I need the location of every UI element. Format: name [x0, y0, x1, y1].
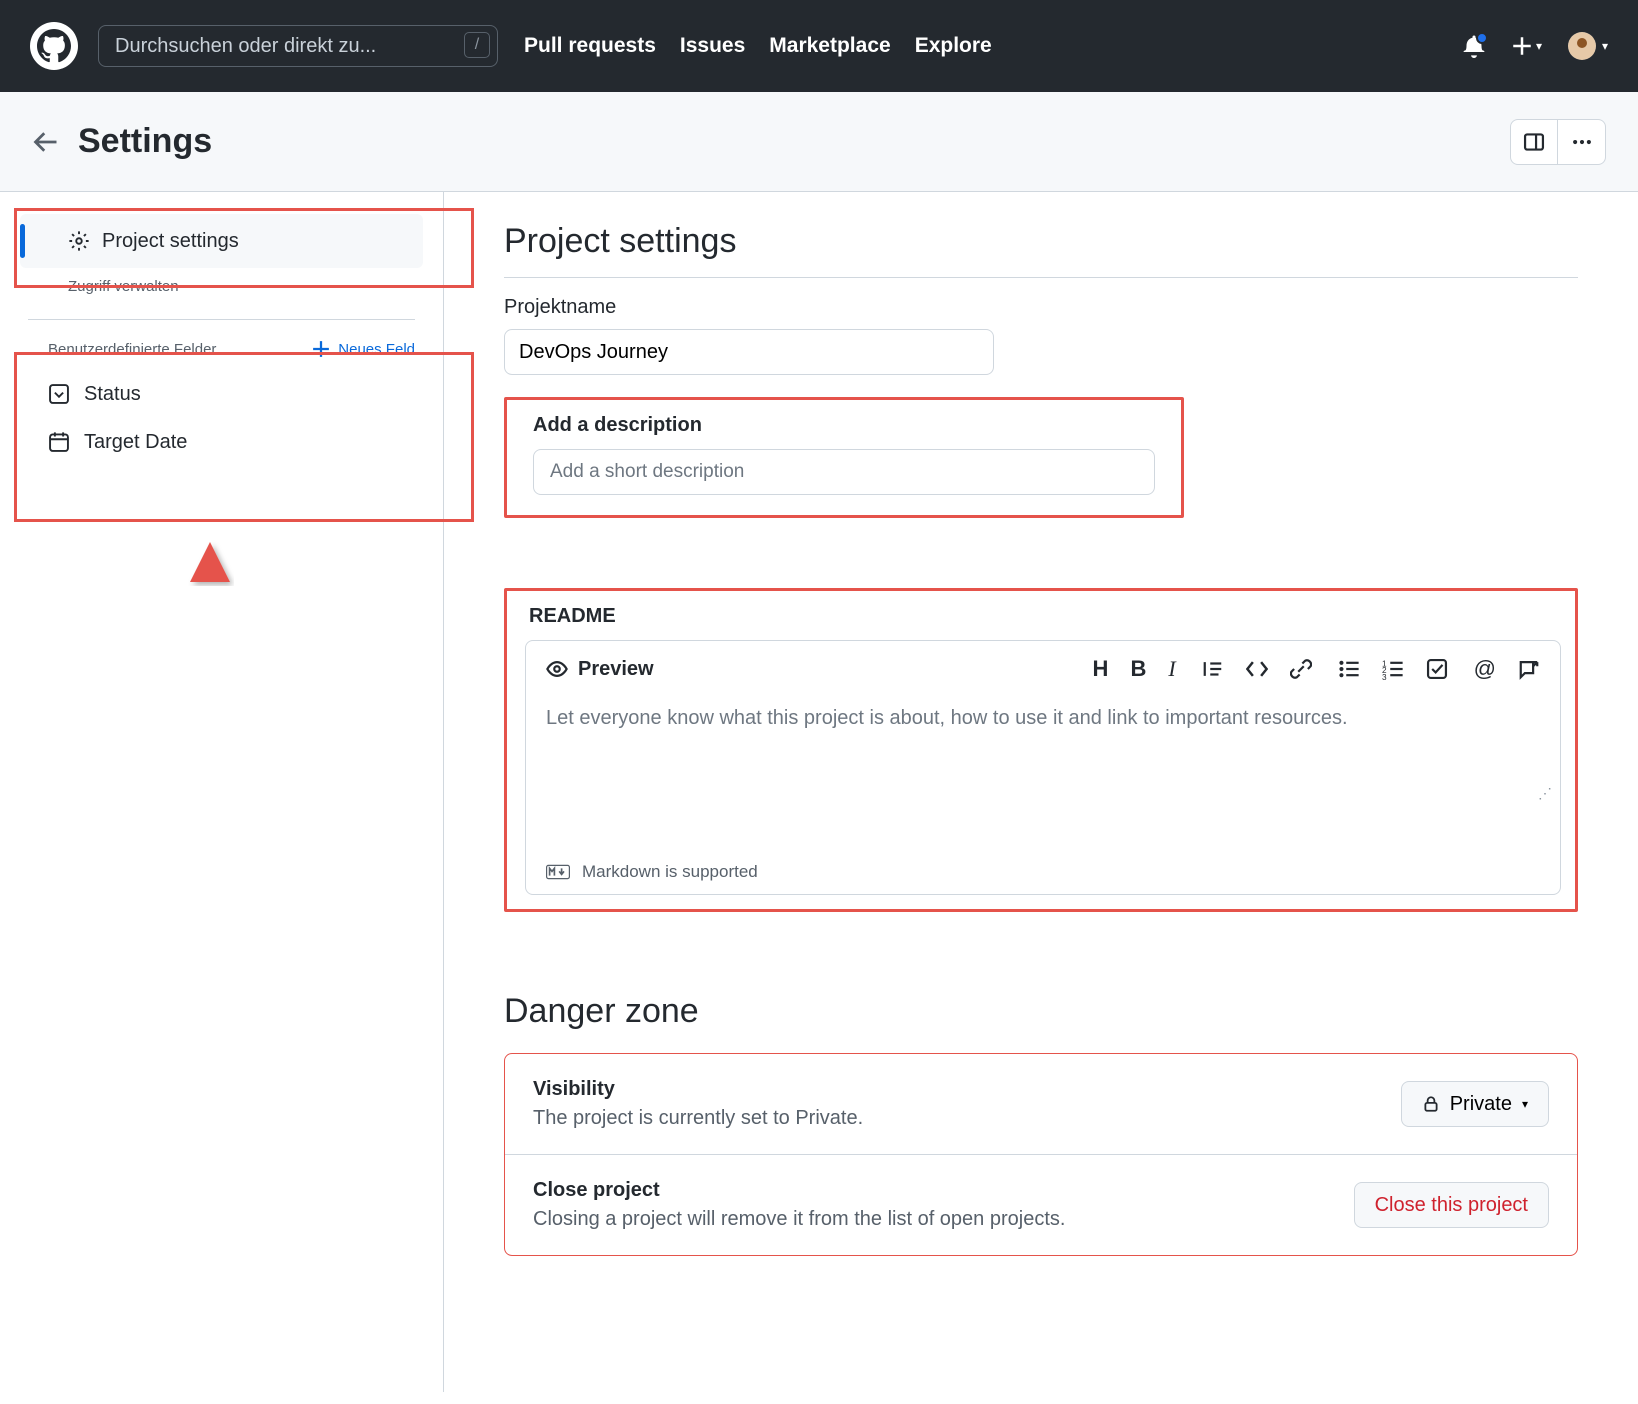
nav-issues[interactable]: Issues — [680, 34, 745, 58]
preview-label: Preview — [578, 658, 654, 681]
close-title: Close project — [533, 1179, 1065, 1202]
caret-down-square-icon — [48, 383, 70, 405]
unordered-list-icon[interactable] — [1338, 658, 1360, 680]
sidebar: Project settings Zugriff verwalten Benut… — [0, 192, 444, 1392]
markdown-supported-label: Markdown is supported — [582, 862, 758, 882]
user-menu[interactable]: ▾ — [1568, 32, 1608, 60]
visibility-desc: The project is currently set to Private. — [533, 1107, 863, 1130]
close-desc: Closing a project will remove it from th… — [533, 1208, 1065, 1231]
description-input[interactable] — [533, 449, 1155, 495]
avatar — [1568, 32, 1596, 60]
readme-editor: Preview H B I — [525, 640, 1561, 895]
custom-fields-label: Benutzerdefinierte Felder — [48, 341, 216, 358]
readme-section: README Preview H B I — [504, 588, 1578, 912]
slash-key-icon: / — [464, 32, 490, 58]
subheader-actions — [1510, 119, 1606, 165]
create-new-dropdown[interactable]: ▾ — [1512, 36, 1542, 56]
annotation-arrow — [160, 532, 250, 792]
field-label: Status — [84, 383, 141, 406]
search-input[interactable] — [98, 25, 498, 67]
global-header: / Pull requests Issues Marketplace Explo… — [0, 0, 1638, 92]
resize-handle-icon[interactable]: ⋰ — [1538, 785, 1552, 802]
bold-icon[interactable]: B — [1130, 656, 1146, 682]
sidebar-label: Project settings — [102, 230, 239, 253]
back-arrow-icon[interactable] — [32, 128, 60, 156]
nav-pull-requests[interactable]: Pull requests — [524, 34, 656, 58]
lock-icon — [1422, 1095, 1440, 1113]
page-title: Settings — [78, 122, 212, 161]
project-name-label: Projektname — [504, 296, 1578, 319]
new-field-button[interactable]: Neues Feld — [312, 340, 415, 358]
danger-zone-box: Visibility The project is currently set … — [504, 1053, 1578, 1256]
readme-textarea[interactable] — [526, 697, 1560, 845]
danger-zone-title: Danger zone — [504, 992, 1578, 1031]
field-status[interactable]: Status — [0, 370, 443, 418]
caret-down-icon: ▾ — [1536, 39, 1542, 53]
notifications-icon[interactable] — [1462, 34, 1486, 58]
eye-icon — [546, 658, 568, 680]
heading-icon[interactable]: H — [1093, 656, 1109, 682]
visibility-title: Visibility — [533, 1078, 863, 1101]
more-actions-button[interactable] — [1558, 119, 1606, 165]
markdown-icon — [546, 864, 570, 880]
code-icon[interactable] — [1246, 658, 1268, 680]
visibility-button[interactable]: Private ▾ — [1401, 1081, 1549, 1127]
gear-icon — [68, 230, 90, 252]
close-project-button[interactable]: Close this project — [1354, 1182, 1549, 1228]
task-list-icon[interactable] — [1426, 658, 1448, 680]
quote-icon[interactable] — [1202, 658, 1224, 680]
field-target-date[interactable]: Target Date — [0, 418, 443, 466]
header-right: ▾ ▾ — [1462, 32, 1608, 60]
nav-explore[interactable]: Explore — [915, 34, 992, 58]
sidebar-item-project-settings[interactable]: Project settings — [20, 214, 423, 268]
nav-marketplace[interactable]: Marketplace — [769, 34, 890, 58]
divider — [504, 277, 1578, 278]
close-project-row: Close project Closing a project will rem… — [505, 1154, 1577, 1255]
project-settings-title: Project settings — [504, 222, 1578, 261]
sidebar-custom-fields-header: Benutzerdefinierte Felder Neues Feld — [0, 328, 443, 370]
top-nav: Pull requests Issues Marketplace Explore — [524, 34, 992, 58]
preview-button[interactable]: Preview — [546, 658, 654, 681]
sidebar-item-manage-access[interactable]: Zugriff verwalten — [20, 272, 423, 311]
github-logo[interactable] — [30, 22, 78, 70]
mention-icon[interactable]: @ — [1474, 656, 1496, 682]
readme-footer: Markdown is supported — [526, 850, 1560, 894]
description-section: Add a description — [504, 397, 1184, 518]
page-subheader: Settings — [0, 92, 1638, 192]
italic-icon[interactable]: I — [1168, 656, 1175, 682]
cross-reference-icon[interactable] — [1518, 658, 1540, 680]
readme-title: README — [525, 605, 1561, 628]
visibility-button-label: Private — [1450, 1093, 1512, 1116]
plus-icon — [312, 340, 330, 358]
link-icon[interactable] — [1290, 658, 1312, 680]
close-button-label: Close this project — [1375, 1194, 1528, 1217]
readme-toolbar: Preview H B I — [526, 641, 1560, 697]
main-content: Project settings Projektname Add a descr… — [444, 192, 1638, 1392]
search-box: / — [98, 25, 498, 67]
divider — [28, 319, 415, 320]
calendar-icon — [48, 431, 70, 453]
svg-text:3: 3 — [1382, 673, 1387, 680]
caret-down-icon: ▾ — [1522, 1097, 1528, 1111]
visibility-row: Visibility The project is currently set … — [505, 1054, 1577, 1154]
project-name-input[interactable] — [504, 329, 994, 375]
unread-dot — [1476, 32, 1488, 44]
caret-down-icon: ▾ — [1602, 39, 1608, 53]
new-field-label: Neues Feld — [338, 341, 415, 358]
panel-toggle-button[interactable] — [1510, 119, 1558, 165]
field-label: Target Date — [84, 431, 187, 454]
description-label: Add a description — [533, 414, 1155, 437]
ordered-list-icon[interactable]: 123 — [1382, 658, 1404, 680]
